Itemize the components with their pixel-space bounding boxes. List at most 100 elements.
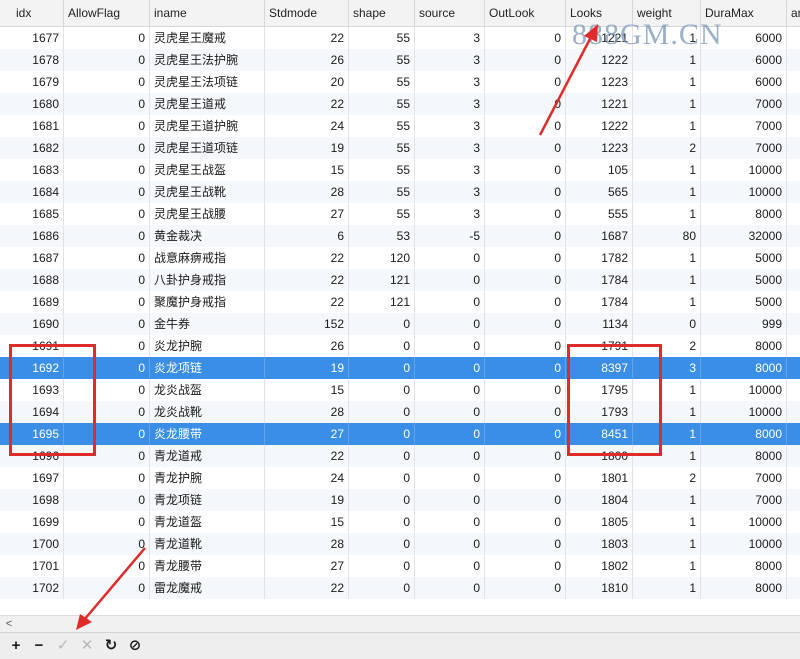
cell-looks[interactable]: 1802 [566, 555, 633, 577]
cell-shape[interactable]: 55 [349, 137, 415, 159]
cell-iname[interactable]: 灵虎星王战靴 [150, 181, 265, 203]
cell-source[interactable]: 0 [415, 489, 485, 511]
refresh-icon[interactable]: ↻ [100, 633, 122, 659]
cell-iname[interactable]: 聚魔护身戒指 [150, 291, 265, 313]
cell-source[interactable]: 3 [415, 137, 485, 159]
cell-duramax[interactable]: 8000 [701, 357, 787, 379]
cell-iname[interactable]: 灵虎星王道戒 [150, 93, 265, 115]
cell-iname[interactable]: 炎龙项链 [150, 357, 265, 379]
cell-source[interactable]: 3 [415, 27, 485, 49]
cell-duramax[interactable]: 8000 [701, 335, 787, 357]
cell-stdmode[interactable]: 22 [265, 247, 349, 269]
row-gutter[interactable] [0, 533, 12, 555]
cell-looks[interactable]: 1222 [566, 49, 633, 71]
cell-duramax[interactable]: 8000 [701, 577, 787, 599]
cell-looks[interactable]: 1793 [566, 401, 633, 423]
cell-source[interactable]: 0 [415, 555, 485, 577]
cell-weight[interactable]: 1 [633, 71, 701, 93]
cell-idx[interactable]: 1680 [12, 93, 64, 115]
cell-shape[interactable]: 0 [349, 467, 415, 489]
cell-weight[interactable]: 1 [633, 291, 701, 313]
cell-allowflag[interactable]: 0 [64, 335, 150, 357]
cell-ar[interactable] [787, 467, 800, 489]
cell-allowflag[interactable]: 0 [64, 27, 150, 49]
cell-duramax[interactable]: 7000 [701, 115, 787, 137]
cell-allowflag[interactable]: 0 [64, 577, 150, 599]
cell-iname[interactable]: 灵虎星王法护腕 [150, 49, 265, 71]
cell-looks[interactable]: 1810 [566, 577, 633, 599]
cell-stdmode[interactable]: 28 [265, 533, 349, 555]
cell-stdmode[interactable]: 6 [265, 225, 349, 247]
cell-allowflag[interactable]: 0 [64, 225, 150, 247]
cell-weight[interactable]: 1 [633, 489, 701, 511]
cell-idx[interactable]: 1685 [12, 203, 64, 225]
cell-duramax[interactable]: 8000 [701, 423, 787, 445]
cell-ar[interactable] [787, 71, 800, 93]
delete-row-icon[interactable]: − [28, 633, 50, 659]
cell-ar[interactable] [787, 533, 800, 555]
cell-weight[interactable]: 1 [633, 445, 701, 467]
cell-stdmode[interactable]: 28 [265, 181, 349, 203]
cell-allowflag[interactable]: 0 [64, 247, 150, 269]
cell-outlook[interactable]: 0 [485, 357, 566, 379]
cell-iname[interactable]: 黄金裁决 [150, 225, 265, 247]
cell-stdmode[interactable]: 19 [265, 357, 349, 379]
cell-duramax[interactable]: 7000 [701, 137, 787, 159]
add-row-icon[interactable]: + [5, 633, 27, 659]
cell-ar[interactable] [787, 159, 800, 181]
cell-allowflag[interactable]: 0 [64, 49, 150, 71]
cell-ar[interactable] [787, 225, 800, 247]
cell-idx[interactable]: 1693 [12, 379, 64, 401]
cell-idx[interactable]: 1702 [12, 577, 64, 599]
cell-outlook[interactable]: 0 [485, 181, 566, 203]
cell-idx[interactable]: 1686 [12, 225, 64, 247]
cell-looks[interactable]: 1795 [566, 379, 633, 401]
cell-source[interactable]: 0 [415, 335, 485, 357]
cell-looks[interactable]: 1801 [566, 467, 633, 489]
cell-outlook[interactable]: 0 [485, 225, 566, 247]
cell-ar[interactable] [787, 577, 800, 599]
cell-duramax[interactable]: 6000 [701, 27, 787, 49]
cell-outlook[interactable]: 0 [485, 511, 566, 533]
cell-duramax[interactable]: 10000 [701, 181, 787, 203]
table-row[interactable]: 1696 0 青龙道戒 22 0 0 0 1800 1 8000 [0, 445, 800, 467]
cell-allowflag[interactable]: 0 [64, 181, 150, 203]
cell-weight[interactable]: 1 [633, 27, 701, 49]
cell-looks[interactable]: 555 [566, 203, 633, 225]
cell-source[interactable]: 3 [415, 159, 485, 181]
cell-iname[interactable]: 雷龙魔戒 [150, 577, 265, 599]
cell-duramax[interactable]: 10000 [701, 159, 787, 181]
cell-duramax[interactable]: 32000 [701, 225, 787, 247]
cell-stdmode[interactable]: 24 [265, 115, 349, 137]
table-row[interactable]: 1702 0 雷龙魔戒 22 0 0 0 1810 1 8000 [0, 577, 800, 599]
row-gutter[interactable] [0, 357, 12, 379]
cell-ar[interactable] [787, 555, 800, 577]
cell-outlook[interactable]: 0 [485, 203, 566, 225]
cell-shape[interactable]: 55 [349, 93, 415, 115]
cell-shape[interactable]: 55 [349, 159, 415, 181]
cell-source[interactable]: 0 [415, 291, 485, 313]
cell-source[interactable]: 0 [415, 247, 485, 269]
cell-duramax[interactable]: 7000 [701, 93, 787, 115]
cell-stdmode[interactable]: 19 [265, 489, 349, 511]
table-row[interactable]: 1694 0 龙炎战靴 28 0 0 0 1793 1 10000 [0, 401, 800, 423]
cell-outlook[interactable]: 0 [485, 269, 566, 291]
row-gutter[interactable] [0, 379, 12, 401]
cell-ar[interactable] [787, 181, 800, 203]
cell-outlook[interactable]: 0 [485, 137, 566, 159]
cell-source[interactable]: 0 [415, 467, 485, 489]
column-header-outlook[interactable]: OutLook [485, 0, 566, 26]
cell-weight[interactable]: 2 [633, 335, 701, 357]
cell-weight[interactable]: 1 [633, 181, 701, 203]
table-row[interactable]: 1691 0 炎龙护腕 26 0 0 0 1791 2 8000 [0, 335, 800, 357]
cell-ar[interactable] [787, 511, 800, 533]
cell-weight[interactable]: 1 [633, 555, 701, 577]
cell-idx[interactable]: 1682 [12, 137, 64, 159]
cell-duramax[interactable]: 7000 [701, 489, 787, 511]
cell-stdmode[interactable]: 15 [265, 511, 349, 533]
cell-idx[interactable]: 1684 [12, 181, 64, 203]
cell-stdmode[interactable]: 22 [265, 577, 349, 599]
cell-ar[interactable] [787, 489, 800, 511]
cell-iname[interactable]: 青龙道盔 [150, 511, 265, 533]
cell-source[interactable]: 0 [415, 379, 485, 401]
